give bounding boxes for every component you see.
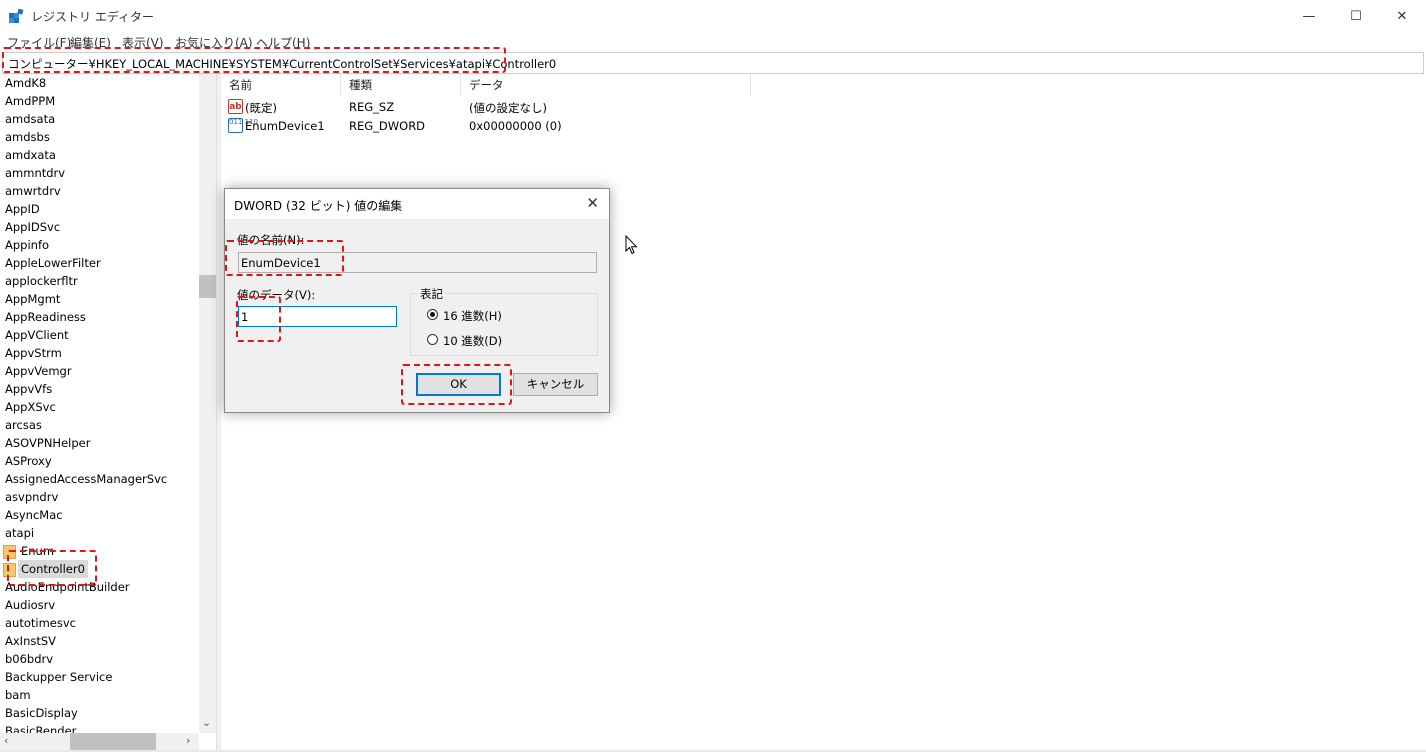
tree-horizontal-scroll-thumb[interactable] <box>70 733 156 750</box>
radio-hex[interactable] <box>427 309 438 320</box>
menu-help[interactable]: ヘルプ(H) <box>256 34 310 51</box>
folder-open-icon <box>3 563 16 577</box>
tree-item-enum[interactable]: Enum <box>21 542 54 560</box>
tree-item[interactable]: AsyncMac <box>5 506 63 524</box>
base-group-title: 表記 <box>418 286 445 302</box>
binary-value-icon: 011 110 <box>228 118 258 133</box>
maximize-button[interactable]: ☐ <box>1333 0 1379 32</box>
tree-item[interactable]: AppMgmt <box>5 290 60 308</box>
scroll-right-icon[interactable]: › <box>186 734 190 747</box>
maximize-icon: ☐ <box>1350 8 1362 24</box>
tree-item[interactable]: applockerfltr <box>5 272 78 290</box>
tree-item[interactable]: AppXSvc <box>5 398 56 416</box>
radio-hex-label[interactable]: 16 進数(H) <box>443 308 502 324</box>
close-button[interactable]: ✕ <box>1379 0 1425 32</box>
value-row-enumdevice1[interactable]: 011 110 EnumDevice1 REG_DWORD 0x00000000… <box>221 117 781 136</box>
ok-button[interactable]: OK <box>416 373 501 396</box>
tree-item[interactable]: amwrtdrv <box>5 182 61 200</box>
value-data-input[interactable]: 1 <box>238 306 397 327</box>
value-name: (既定) <box>245 101 277 115</box>
string-value-icon: ab <box>228 99 243 114</box>
cancel-button[interactable]: キャンセル <box>513 373 598 396</box>
tree-item[interactable]: Appinfo <box>5 236 49 254</box>
tree-item[interactable]: BasicDisplay <box>5 704 78 722</box>
radio-dec-label[interactable]: 10 進数(D) <box>443 333 502 349</box>
key-tree[interactable]: AmdK8 AmdPPM amdsata amdsbs amdxata ammn… <box>0 74 216 752</box>
tree-item[interactable]: Audiosrv <box>5 596 55 614</box>
column-name[interactable]: 名前 <box>221 74 341 96</box>
tree-vertical-scrollbar[interactable]: ⌄ <box>199 74 216 733</box>
folder-icon <box>3 545 16 559</box>
tree-item[interactable]: autotimesvc <box>5 614 76 632</box>
value-row-default[interactable]: ab (既定) REG_SZ (値の設定なし) <box>221 98 781 117</box>
dialog-close-icon[interactable]: ✕ <box>586 194 599 212</box>
minimize-icon: — <box>1302 8 1316 24</box>
tree-horizontal-scrollbar[interactable]: ‹ › <box>0 733 199 750</box>
tree-item[interactable]: AppID <box>5 200 40 218</box>
tree-item[interactable]: AppVClient <box>5 326 69 344</box>
menu-file[interactable]: ファイル(F) <box>7 34 71 51</box>
window-title: レジストリ エディター <box>31 10 154 24</box>
value-data: 0x00000000 (0) <box>469 119 562 133</box>
tree-item[interactable]: ammntdrv <box>5 164 65 182</box>
column-type[interactable]: 種類 <box>341 74 461 96</box>
value-type: REG_SZ <box>349 100 395 114</box>
address-bar[interactable]: コンピューター¥HKEY_LOCAL_MACHINE¥SYSTEM¥Curren… <box>2 52 1424 74</box>
radio-dec[interactable] <box>427 334 438 345</box>
tree-item-atapi[interactable]: atapi <box>5 524 34 542</box>
tree-item[interactable]: AppvVemgr <box>5 362 72 380</box>
tree-item[interactable]: asvpndrv <box>5 488 58 506</box>
tree-item[interactable]: arcsas <box>5 416 42 434</box>
tree-item[interactable]: AudioEndpointBuilder <box>5 578 130 596</box>
tree-item[interactable]: amdxata <box>5 146 56 164</box>
column-data[interactable]: データ <box>461 74 751 96</box>
tree-item[interactable]: ASProxy <box>5 452 52 470</box>
edit-dword-dialog: DWORD (32 ビット) 値の編集 ✕ 値の名前(N): EnumDevic… <box>224 188 610 413</box>
menu-edit[interactable]: 編集(E) <box>70 34 111 51</box>
scroll-down-icon[interactable]: ⌄ <box>202 716 211 729</box>
tree-item[interactable]: amdsbs <box>5 128 50 146</box>
menu-favorites[interactable]: お気に入り(A) <box>175 34 253 51</box>
tree-item[interactable]: b06bdrv <box>5 650 53 668</box>
mouse-cursor-icon <box>625 235 638 255</box>
tree-item[interactable]: AmdPPM <box>5 92 55 110</box>
tree-item[interactable]: AppvStrm <box>5 344 62 362</box>
value-name-label: 値の名前(N): <box>237 233 305 247</box>
tree-item[interactable]: AmdK8 <box>5 74 46 92</box>
value-name-field: EnumDevice1 <box>238 252 597 273</box>
minimize-button[interactable]: — <box>1286 0 1332 32</box>
scroll-left-icon[interactable]: ‹ <box>4 734 8 747</box>
tree-item-controller0[interactable]: Controller0 <box>18 560 88 578</box>
tree-item[interactable]: AppvVfs <box>5 380 52 398</box>
dialog-title-bar: DWORD (32 ビット) 値の編集 ✕ <box>225 189 609 219</box>
close-icon: ✕ <box>1396 8 1408 24</box>
tree-item[interactable]: bam <box>5 686 31 704</box>
tree-item[interactable]: ASOVPNHelper <box>5 434 90 452</box>
tree-item[interactable]: AppReadiness <box>5 308 86 326</box>
tree-item[interactable]: AssignedAccessManagerSvc <box>5 470 167 488</box>
tree-vertical-scroll-thumb[interactable] <box>199 275 216 298</box>
value-type: REG_DWORD <box>349 119 426 133</box>
base-groupbox <box>410 293 598 356</box>
title-bar: レジストリ エディター — ☐ ✕ <box>0 0 1426 32</box>
tree-item[interactable]: amdsata <box>5 110 55 128</box>
registry-editor-icon <box>9 9 24 23</box>
menu-bar: ファイル(F) 編集(E) 表示(V) お気に入り(A) ヘルプ(H) <box>0 32 1426 52</box>
tree-item[interactable]: Backupper Service <box>5 668 112 686</box>
address-path: コンピューター¥HKEY_LOCAL_MACHINE¥SYSTEM¥Curren… <box>8 57 557 71</box>
value-data-label: 値のデータ(V): <box>237 288 316 302</box>
value-name: EnumDevice1 <box>245 119 325 133</box>
tree-item[interactable]: AppIDSvc <box>5 218 60 236</box>
menu-view[interactable]: 表示(V) <box>122 34 164 51</box>
tree-item[interactable]: AxInstSV <box>5 632 56 650</box>
value-data: (値の設定なし) <box>469 101 547 115</box>
dialog-title: DWORD (32 ビット) 値の編集 <box>234 199 403 213</box>
tree-item[interactable]: AppleLowerFilter <box>5 254 101 272</box>
